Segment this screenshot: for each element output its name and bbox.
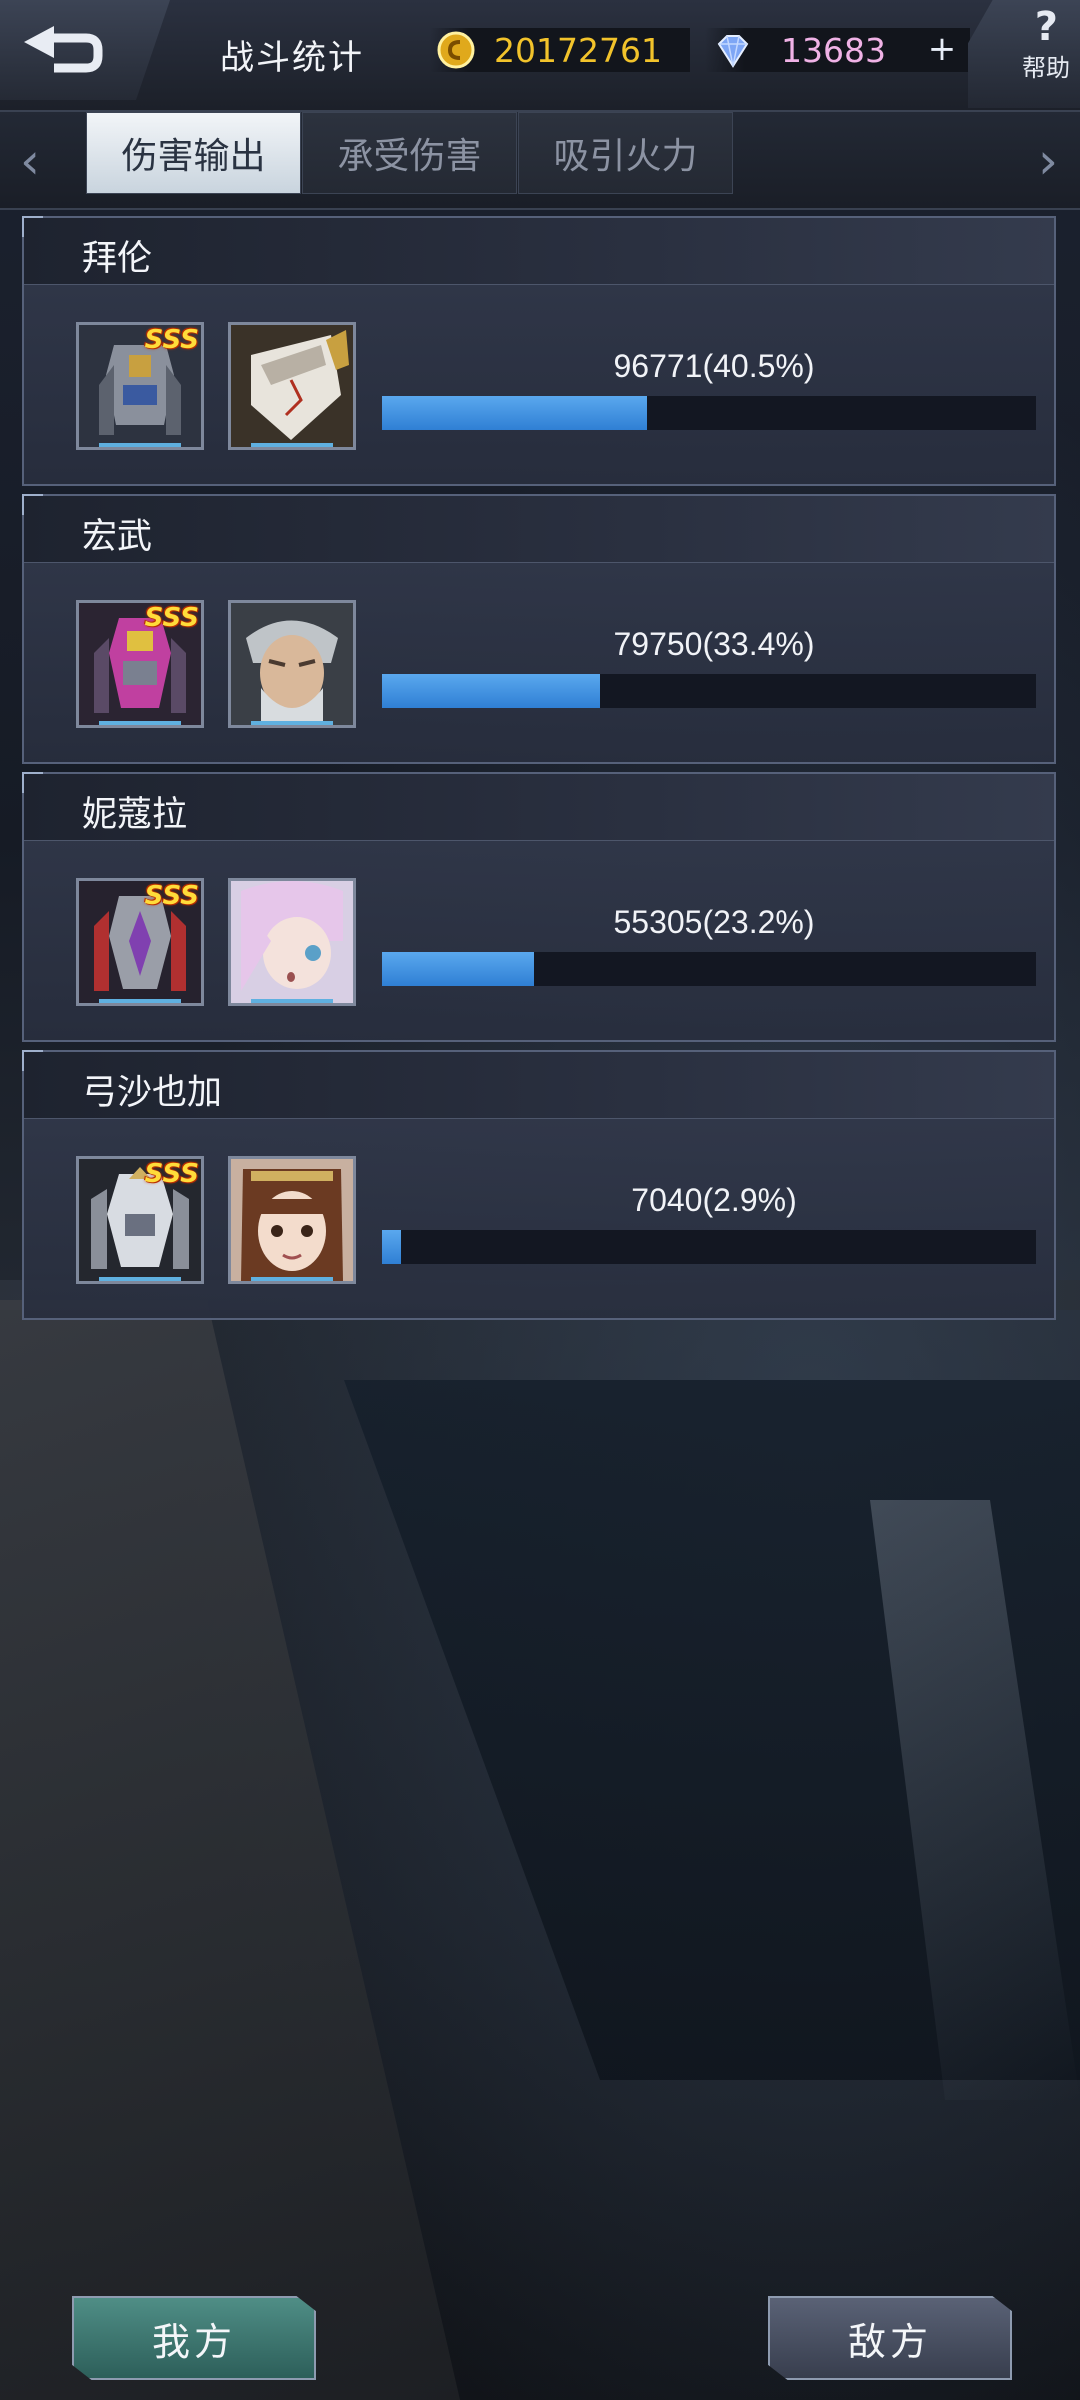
pilot-portrait[interactable]	[228, 878, 356, 1006]
panel-header: 妮蔻拉	[24, 774, 1054, 841]
tab-aggro[interactable]: 吸引火力	[518, 112, 733, 194]
back-button[interactable]	[0, 0, 170, 100]
pilot-portrait[interactable]	[228, 600, 356, 728]
rank-badge: SSS	[144, 881, 199, 911]
tab-damage-taken[interactable]: 承受伤害	[302, 112, 517, 194]
chevron-right-icon[interactable]: ›	[1038, 132, 1058, 190]
pilot-face-icon	[231, 325, 353, 447]
mech-portrait[interactable]: SSS	[76, 878, 204, 1006]
pilot-panel: 宏武 SSS 79750(33.4%)	[22, 494, 1056, 764]
pilot-portrait[interactable]	[228, 1156, 356, 1284]
damage-bar	[382, 674, 1036, 708]
pilot-name: 宏武	[82, 517, 153, 557]
gold-value: 20172761	[494, 30, 662, 70]
rank-badge: SSS	[144, 325, 199, 355]
pilot-portrait[interactable]	[228, 322, 356, 450]
damage-bar-fill	[382, 674, 601, 708]
help-label: 帮助	[1022, 54, 1070, 82]
pilot-face-icon	[231, 1159, 353, 1281]
gem-counter: 13683 +	[705, 28, 970, 72]
page-title: 战斗统计	[220, 38, 364, 78]
our-side-button[interactable]: 我方	[72, 2296, 316, 2380]
damage-bar-fill	[382, 396, 647, 430]
tab-damage-output[interactable]: 伤害输出	[86, 112, 301, 194]
panel-header: 弓沙也加	[24, 1052, 1054, 1119]
back-arrow-icon	[24, 26, 103, 73]
help-button[interactable]: ? 帮助	[968, 0, 1080, 108]
panel-header: 拜伦	[24, 218, 1054, 285]
damage-value: 79750(33.4%)	[613, 626, 815, 662]
damage-value: 55305(23.2%)	[613, 904, 815, 940]
enemy-side-button[interactable]: 敌方	[768, 2296, 1012, 2380]
damage-bar	[382, 1230, 1036, 1264]
chevron-left-icon[interactable]: ‹	[20, 132, 40, 190]
gold-counter: 20172761	[430, 28, 690, 72]
gem-value: 13683	[781, 30, 886, 70]
top-bar: 战斗统计 20172761 13683 + ? 帮助	[0, 0, 1080, 112]
mech-portrait[interactable]: SSS	[76, 1156, 204, 1284]
damage-bar	[382, 952, 1036, 986]
add-gems-button[interactable]: +	[922, 32, 962, 68]
pilot-face-icon	[231, 603, 353, 725]
panel-header: 宏武	[24, 496, 1054, 563]
pilot-name: 妮蔻拉	[82, 795, 188, 835]
rank-badge: SSS	[144, 603, 199, 633]
damage-bar	[382, 396, 1036, 430]
damage-bar-fill	[382, 1230, 401, 1264]
pilot-name: 拜伦	[82, 239, 153, 279]
pilot-face-icon	[231, 881, 353, 1003]
pilot-panel: 拜伦 SSS 96771(40.5%)	[22, 216, 1056, 486]
mech-portrait[interactable]: SSS	[76, 322, 204, 450]
pilot-panel: 妮蔻拉 SSS 55305(23.2%)	[22, 772, 1056, 1042]
tab-row: ‹ 伤害输出 承受伤害 吸引火力 ›	[0, 112, 1080, 210]
gold-coin-icon	[437, 31, 475, 69]
pilot-name: 弓沙也加	[82, 1073, 223, 1113]
damage-value: 7040(2.9%)	[631, 1182, 797, 1218]
mech-portrait[interactable]: SSS	[76, 600, 204, 728]
help-icon: ?	[1034, 4, 1058, 50]
damage-bar-fill	[382, 952, 534, 986]
pilot-panel: 弓沙也加 SSS 7040(2.9%)	[22, 1050, 1056, 1320]
diamond-icon	[717, 35, 749, 68]
damage-value: 96771(40.5%)	[613, 348, 815, 384]
rank-badge: SSS	[144, 1159, 199, 1189]
